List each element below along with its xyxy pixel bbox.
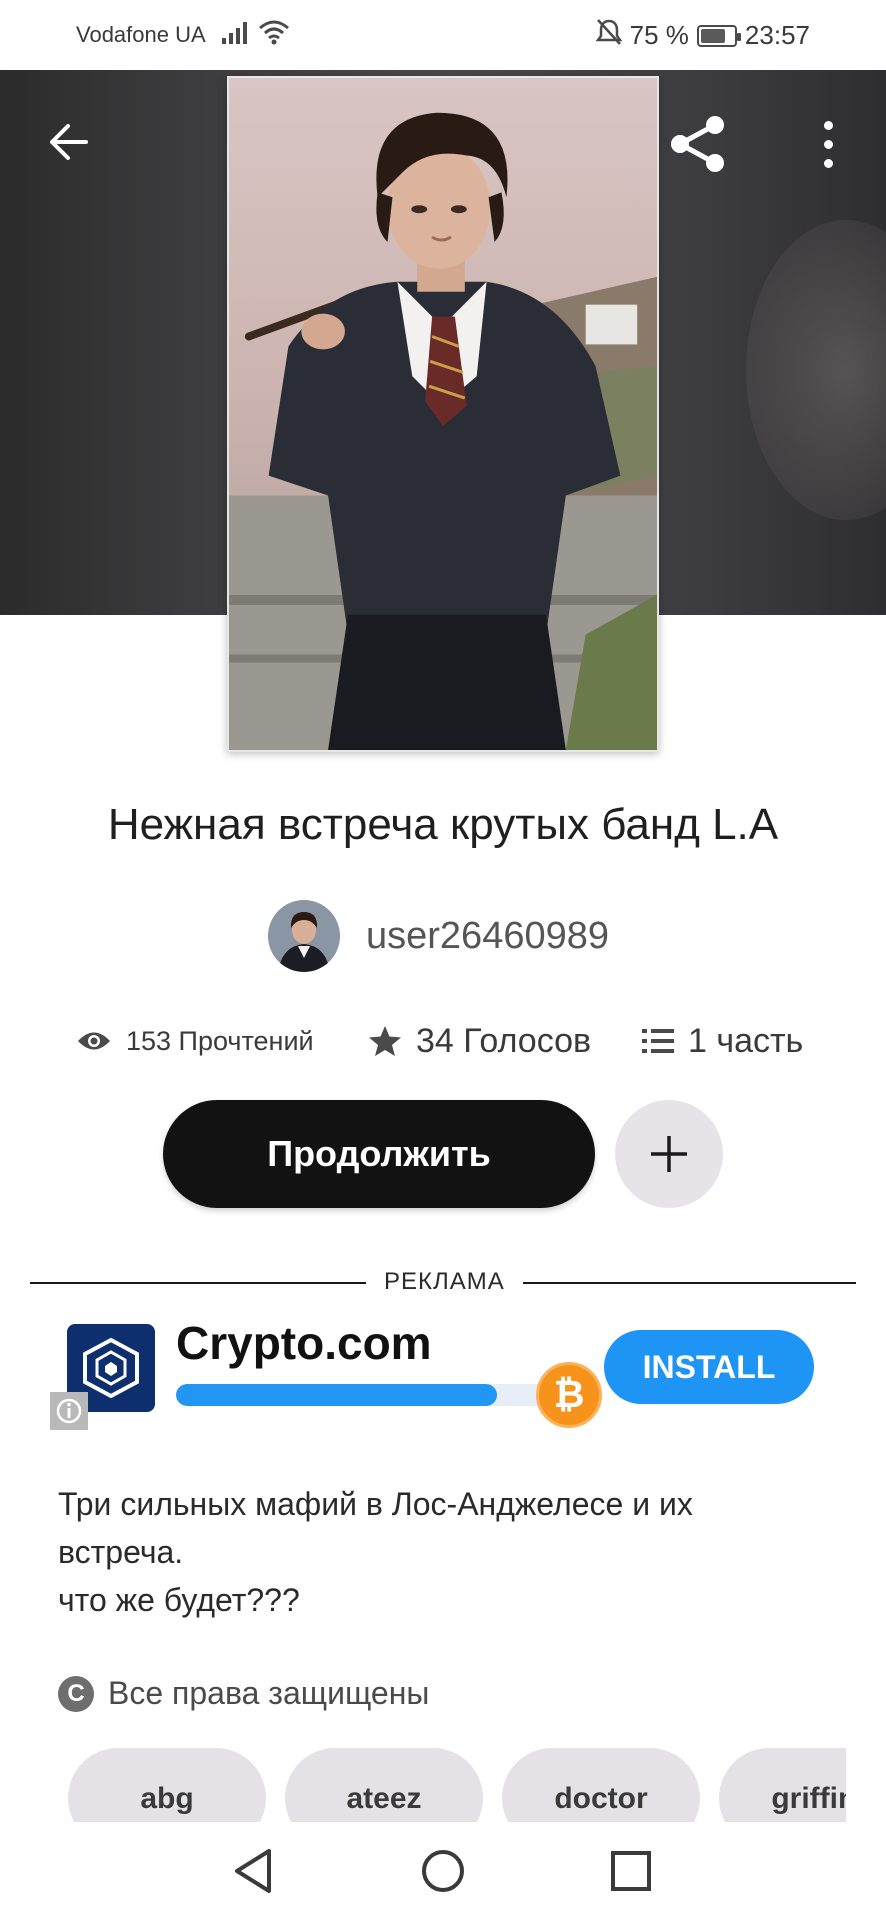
tag-chip[interactable]: doctor: [502, 1748, 700, 1822]
header-glow: [746, 220, 886, 520]
tag-list: abg ateez doctor griffinj: [68, 1748, 846, 1822]
alarm-off-icon: [595, 18, 623, 53]
avatar[interactable]: [268, 900, 340, 972]
tag-chip[interactable]: ateez: [285, 1748, 483, 1822]
carrier-name: Vodafone UA: [76, 22, 206, 47]
plus-icon: [651, 1136, 687, 1172]
reads-stat: 153 Прочтений: [76, 1016, 314, 1066]
ad-progress-bar: [176, 1384, 568, 1406]
signal-icon: [222, 22, 248, 49]
ad-label: РЕКЛАМА: [366, 1268, 523, 1296]
ad-app-name[interactable]: Crypto.com: [176, 1316, 432, 1370]
list-icon: [642, 1029, 674, 1053]
copyright-icon: C: [58, 1675, 94, 1712]
copyright-text: Все права защищены: [108, 1675, 430, 1711]
ad-info-icon[interactable]: [50, 1392, 88, 1430]
bitcoin-icon: ₿: [536, 1362, 602, 1428]
eye-icon: [78, 1032, 110, 1050]
description-line: что же будет???: [58, 1582, 300, 1618]
votes-count: 34 Голосов: [416, 1021, 592, 1060]
back-arrow-icon: [50, 124, 88, 160]
battery-icon: [696, 24, 741, 47]
share-button[interactable]: [664, 110, 732, 178]
author-name[interactable]: user26460989: [366, 915, 609, 958]
wifi-icon: [258, 20, 290, 51]
story-stats: 153 Прочтений 34 Голосов 1 часть: [0, 1016, 886, 1066]
continue-reading-button[interactable]: Продолжить: [163, 1100, 595, 1208]
star-icon: [369, 1026, 401, 1056]
description-line: встреча.: [58, 1534, 184, 1570]
story-title: Нежная встреча крутых банд L.A: [107, 800, 779, 849]
battery-percent: 75 %: [629, 20, 689, 50]
clock: 23:57: [744, 20, 810, 50]
votes-stat: 34 Голосов: [368, 1016, 591, 1066]
share-icon: [671, 116, 724, 172]
story-description: Три сильных мафий в Лос-Анджелесе и их в…: [58, 1480, 838, 1624]
story-cover-image[interactable]: [227, 76, 659, 752]
status-right-group: 75 % 23:57: [595, 18, 810, 53]
description-line: Три сильных мафий в Лос-Анджелесе и их: [58, 1486, 693, 1522]
ad-install-button[interactable]: INSTALL: [604, 1330, 814, 1404]
add-to-library-button[interactable]: [615, 1100, 723, 1208]
more-vert-icon[interactable]: [810, 110, 846, 178]
status-bar: Vodafone UA 75 % 23:57: [0, 0, 886, 70]
battery-level: [700, 28, 725, 43]
tag-chip[interactable]: abg: [68, 1748, 266, 1822]
parts-count: 1 часть: [688, 1021, 804, 1060]
author-row[interactable]: user26460989: [268, 900, 609, 972]
nav-back-icon[interactable]: [222, 1840, 284, 1902]
copyright-row: C Все права защищены: [58, 1675, 429, 1712]
nav-recents-icon[interactable]: [600, 1840, 662, 1902]
ad-progress-fill: [176, 1384, 498, 1406]
nav-home-icon[interactable]: [412, 1840, 474, 1902]
parts-stat: 1 часть: [642, 1016, 803, 1066]
system-nav-bar: [0, 1822, 886, 1920]
tag-chip[interactable]: griffinj: [719, 1748, 846, 1822]
back-button[interactable]: [40, 114, 96, 170]
reads-count: 153 Прочтений: [126, 1025, 314, 1056]
